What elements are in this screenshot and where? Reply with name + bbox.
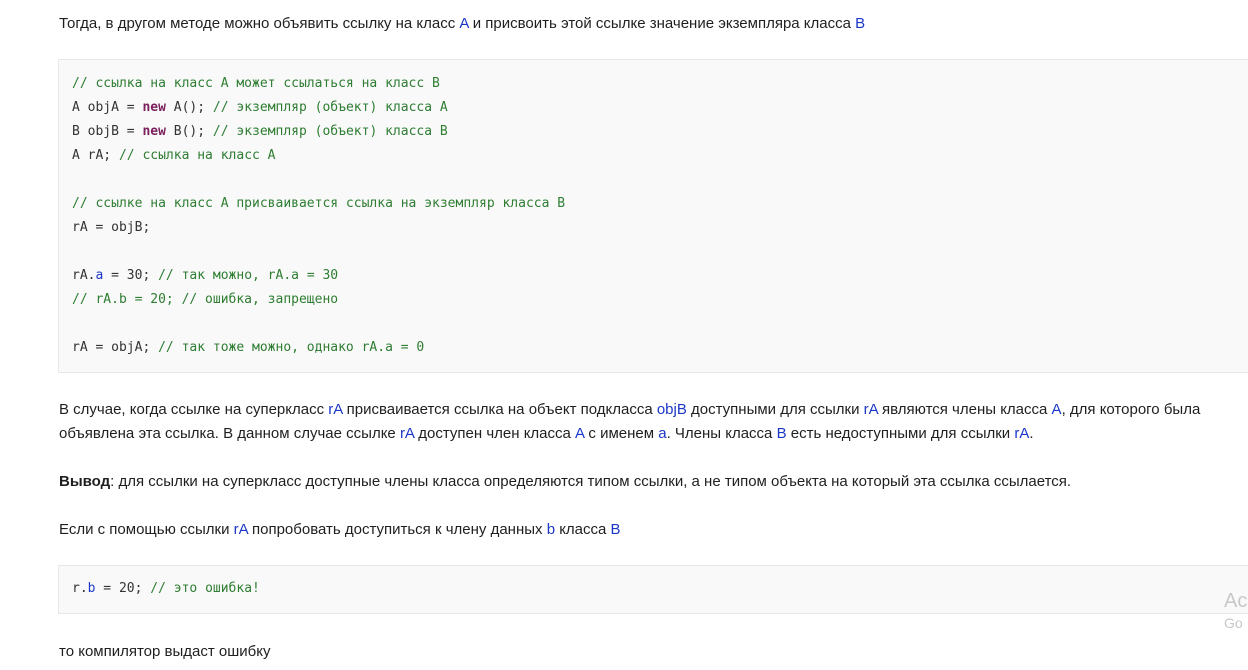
class-ref-b: B [610, 521, 621, 538]
code-text: = 30; [103, 268, 159, 283]
attempt-text: класса [555, 521, 611, 538]
attempt-paragraph: Если с помощью ссылки rA попробовать дос… [59, 518, 621, 542]
ref-objb: objB [656, 401, 687, 418]
activation-watermark-title: Ac [1224, 590, 1248, 612]
code-comment: // экземпляр (объект) класса A [212, 100, 448, 115]
code-text: = 20; [95, 581, 151, 596]
final-paragraph: то компилятор выдаст ошибку [59, 643, 271, 660]
explain-text: есть недоступными для ссылки [786, 425, 1015, 442]
explain-text: В случае, когда ссылке на суперкласс [59, 401, 329, 418]
code-line: r.b = 20; // это ошибка! [72, 577, 260, 601]
code-comment: // ссылка на класс A может ссылаться на … [72, 76, 440, 91]
class-ref-a: A [459, 15, 469, 32]
explain-text: доступными для ссылки [686, 401, 864, 418]
code-block-2: r.b = 20; // это ошибка! [58, 565, 1248, 614]
class-ref-a: A [1051, 401, 1062, 418]
explain-text: объявлена эта ссылка. В данном случае сс… [59, 425, 400, 442]
code-comment: // ссылке на класс A присваивается ссылк… [72, 196, 566, 211]
code-text: r. [72, 581, 88, 596]
code-comment: // так можно, rA.a = 30 [158, 268, 339, 283]
attempt-text: попробовать доступиться к члену данных [247, 521, 547, 538]
explain-text: , для которого была [1061, 401, 1201, 418]
class-ref-a: A [575, 425, 585, 442]
explain-text: доступен член класса [414, 425, 576, 442]
explanation-line-2: объявлена эта ссылка. В данном случае сс… [59, 422, 1034, 446]
code-comment: // так тоже можно, однако rA.a = 0 [158, 340, 425, 355]
code-line: // ссылке на класс A присваивается ссылк… [72, 192, 565, 216]
conclusion-label: Вывод [59, 473, 111, 490]
ref-ra: rA [399, 425, 415, 442]
attempt-text: Если с помощью ссылки [59, 521, 234, 538]
class-ref-b: B [855, 15, 866, 32]
intro-text: Тогда, в другом методе можно объявить сс… [59, 15, 460, 32]
code-comment: // ссылка на класс A [118, 148, 276, 163]
explain-text: с именем [584, 425, 659, 442]
code-comment: // rA.b = 20; // ошибка, запрещено [72, 292, 339, 307]
code-text: B objB = [72, 124, 143, 139]
code-text: A(); [165, 100, 213, 115]
ref-ra: rA [1014, 425, 1030, 442]
code-comment: // экземпляр (объект) класса B [212, 124, 448, 139]
ref-ra: rA [328, 401, 343, 418]
explain-text: являются члены класса [877, 401, 1052, 418]
code-line: A objA = new A(); // экземпляр (объект) … [72, 96, 448, 120]
ref-ra: rA [863, 401, 878, 418]
code-line: // ссылка на класс A может ссылаться на … [72, 72, 440, 96]
class-ref-b: B [776, 425, 787, 442]
code-line: B objB = new B(); // экземпляр (объект) … [72, 120, 448, 144]
code-text: A objA = [72, 100, 143, 115]
activation-watermark-subtitle: Go [1224, 615, 1243, 631]
code-line: rA = objB; [72, 216, 150, 240]
code-text: A rA; [72, 148, 119, 163]
explanation-line-1: В случае, когда ссылке на суперкласс rA … [59, 398, 1200, 422]
code-keyword: new [142, 100, 166, 115]
member-ref-b: b [546, 521, 556, 538]
code-comment: // это ошибка! [150, 581, 260, 596]
code-block-1: // ссылка на класс A может ссылаться на … [58, 59, 1248, 373]
code-text: rA = objB; [72, 220, 151, 235]
ref-ra: rA [233, 521, 248, 538]
code-keyword: new [142, 124, 166, 139]
code-text: rA. [72, 268, 96, 283]
code-line: A rA; // ссылка на класс A [72, 144, 276, 168]
explain-text: присваивается ссылка на объект подкласса [342, 401, 657, 418]
code-text: B(); [165, 124, 213, 139]
code-line: // rA.b = 20; // ошибка, запрещено [72, 288, 338, 312]
explain-text: . Члены класса [666, 425, 777, 442]
intro-paragraph: Тогда, в другом методе можно объявить сс… [59, 12, 865, 36]
code-line: rA.a = 30; // так можно, rA.a = 30 [72, 264, 338, 288]
intro-text: и присвоить этой ссылке значение экземпл… [468, 15, 856, 32]
conclusion-paragraph: Вывод: для ссылки на суперкласс доступны… [59, 470, 1071, 494]
code-text: rA = objA; [72, 340, 159, 355]
explain-text: . [1029, 425, 1034, 442]
conclusion-text: : для ссылки на суперкласс доступные чле… [110, 473, 1072, 490]
member-ref-a: a [658, 425, 667, 442]
code-line: rA = objA; // так тоже можно, однако rA.… [72, 336, 424, 360]
